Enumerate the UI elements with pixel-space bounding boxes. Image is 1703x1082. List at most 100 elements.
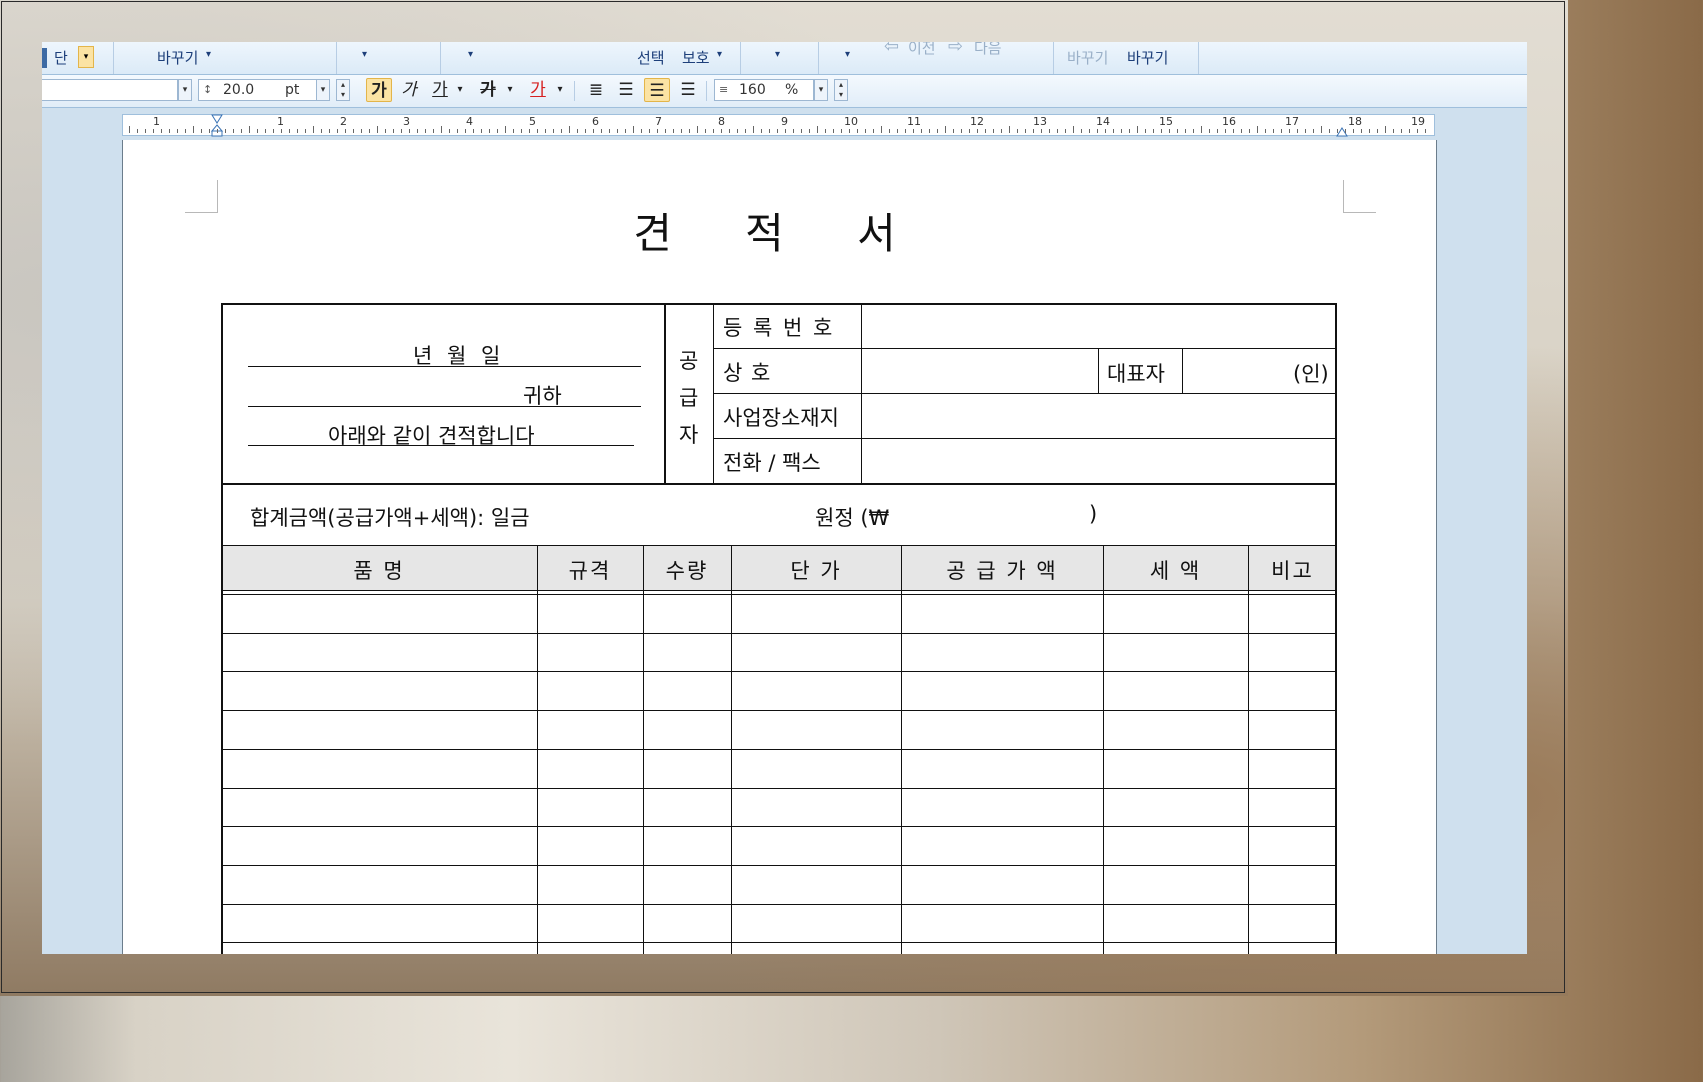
font-name-field[interactable] <box>42 79 178 101</box>
prev-button[interactable]: 이전 <box>908 42 936 58</box>
align-left-icon[interactable]: ☰ <box>614 78 638 102</box>
line-spacing-dropdown-icon[interactable]: ▾ <box>814 79 828 101</box>
column-dropdown-icon[interactable]: ▾ <box>78 46 94 68</box>
ruler-tick <box>969 129 970 133</box>
table-row[interactable] <box>221 672 1337 710</box>
select-object-button[interactable]: 선택 <box>637 47 665 68</box>
horizontal-ruler[interactable]: 1 1 2 3 4 5 6 7 8 9 10 11 12 13 14 15 16 17 18 19 <box>122 113 1435 137</box>
protect-object-button[interactable]: 보호 <box>682 47 710 68</box>
column-button[interactable]: 단 <box>54 47 68 68</box>
next-arrow-icon[interactable]: ⇨ <box>948 42 963 57</box>
ruler-tick <box>1193 129 1194 133</box>
ruler-tick <box>745 129 746 133</box>
ruler-number: 19 <box>1411 115 1425 128</box>
ruler-tick <box>545 129 546 133</box>
ruler-tick <box>505 126 506 133</box>
line-spacing-value: 160 <box>739 82 766 98</box>
ruler-tick <box>921 129 922 133</box>
prev-arrow-icon[interactable]: ⇦ <box>884 42 899 57</box>
table-row[interactable] <box>221 904 1337 942</box>
supplier-row-line <box>713 348 1337 349</box>
strikethrough-button[interactable]: 가 <box>476 78 500 102</box>
replace-a-button[interactable]: 바꾸기 <box>1067 47 1108 68</box>
align-justify-icon[interactable]: ≣ <box>584 78 608 102</box>
ruler-tick <box>1265 129 1266 133</box>
replace-dropdown-icon[interactable]: ▾ <box>206 49 211 60</box>
ruler-tick <box>1169 129 1170 133</box>
ruler-tick <box>1249 129 1250 133</box>
ruler-tick <box>977 129 978 133</box>
table-row[interactable] <box>221 750 1337 788</box>
table-header-cell: 규격 <box>568 559 612 583</box>
find-dropdown-icon[interactable]: ▾ <box>845 49 850 60</box>
table-row[interactable] <box>221 711 1337 749</box>
ruler-number: 13 <box>1033 115 1047 128</box>
ruler-tick <box>633 126 634 133</box>
ruler-tick <box>1185 129 1186 133</box>
next-button[interactable]: 다음 <box>974 42 1002 58</box>
font-size-field[interactable]: 20.0 pt ↕ <box>198 79 318 101</box>
ruler-tick <box>1121 129 1122 133</box>
table-row[interactable] <box>221 788 1337 826</box>
font-size-spinner[interactable]: ▴ ▾ <box>336 79 350 101</box>
ruler-tick <box>1401 129 1402 133</box>
ruler-tick <box>737 129 738 133</box>
underline-button[interactable]: 가 <box>428 78 452 102</box>
table-header-cell: 비고 <box>1271 559 1314 583</box>
strike-dropdown-icon[interactable]: ▾ <box>504 78 516 102</box>
ruler-tick <box>1233 129 1234 133</box>
supplier-row-line <box>713 438 1337 439</box>
indent-marker-icon[interactable] <box>210 113 224 137</box>
font-size-dropdown-icon[interactable]: ▾ <box>316 79 330 101</box>
ruler-number: 1 <box>277 115 284 128</box>
ruler-tick <box>337 129 338 133</box>
table-row[interactable] <box>221 595 1337 633</box>
ribbon-separator <box>739 42 741 74</box>
ruler-tick <box>201 129 202 133</box>
ruler-tick <box>753 126 754 133</box>
font-name-dropdown-icon[interactable]: ▾ <box>178 79 192 101</box>
ruler-tick <box>217 129 218 133</box>
line-spacing-spinner[interactable]: ▴ ▾ <box>834 79 848 101</box>
font-color-dropdown-icon[interactable]: ▾ <box>554 78 566 102</box>
ruler-tick <box>473 129 474 133</box>
total-close-paren: ) <box>1089 502 1098 526</box>
ruler-tick <box>785 129 786 133</box>
align-right-icon[interactable]: ☰ <box>676 78 700 102</box>
ruler-tick <box>665 129 666 133</box>
table-row[interactable] <box>221 866 1337 904</box>
document-page[interactable]: 견 적 서 년 월 일 귀하 아래와 같이 견적합니다 공 급 자 등 록 번 … <box>122 140 1437 954</box>
ruler-tick <box>1137 126 1138 133</box>
font-color-button[interactable]: 가 <box>526 78 550 102</box>
table-row[interactable] <box>221 633 1337 671</box>
ribbon-separator <box>335 42 337 74</box>
line-spacing-field[interactable]: 160 % ≡ <box>714 79 814 101</box>
ruler-tick <box>313 126 314 133</box>
table-row[interactable] <box>221 827 1337 865</box>
char-table-dropdown-icon[interactable]: ▾ <box>775 49 780 60</box>
underline-dropdown-icon[interactable]: ▾ <box>454 78 466 102</box>
bold-button[interactable]: 가 <box>366 78 392 102</box>
ruler-tick <box>265 129 266 133</box>
toolbar-separator <box>706 81 707 101</box>
ruler-tick <box>889 129 890 133</box>
ruler-tick <box>593 129 594 133</box>
company-name-label: 상 호 <box>723 361 772 385</box>
supplier-char-3: 자 <box>679 423 699 447</box>
italic-button[interactable]: 가 <box>398 78 420 102</box>
ruler-tick <box>1297 129 1298 133</box>
ruler-tick <box>697 126 698 133</box>
align-center-icon[interactable]: ☰ <box>644 78 670 102</box>
ruler-tick <box>801 129 802 133</box>
ruler-tick <box>1353 129 1354 133</box>
supplier-char-1: 공 <box>679 349 699 373</box>
table-dropdown-icon[interactable]: ▾ <box>362 49 367 60</box>
shape-dropdown-icon[interactable]: ▾ <box>468 49 473 60</box>
ruler-tick <box>497 129 498 133</box>
protect-dropdown-icon[interactable]: ▾ <box>717 49 722 60</box>
replace-b-button[interactable]: 바꾸기 <box>1127 47 1168 68</box>
ruler-tick <box>929 129 930 133</box>
replace-button[interactable]: 바꾸기 <box>157 47 198 68</box>
ruler-tick <box>1201 126 1202 133</box>
ruler-tick <box>241 129 242 133</box>
